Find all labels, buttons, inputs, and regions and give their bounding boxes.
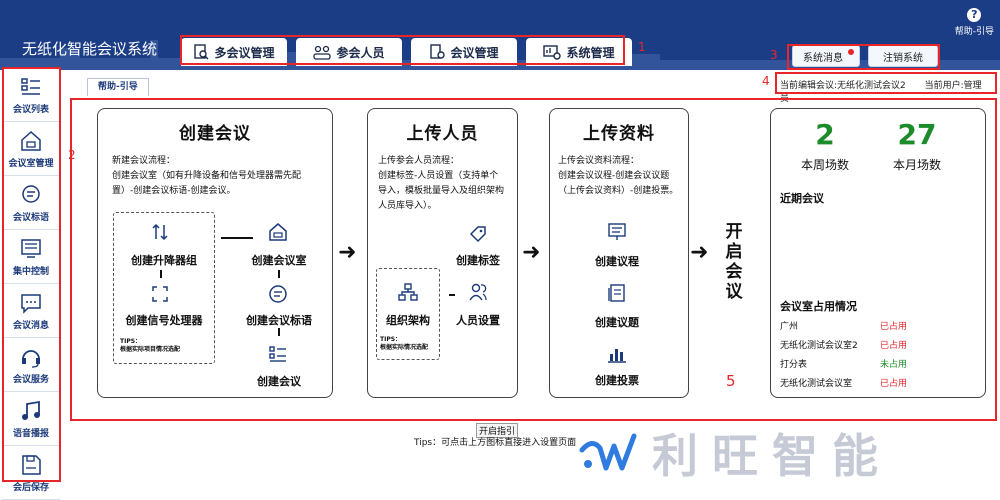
annotation-box-4 <box>775 72 997 94</box>
tips-text: Tips：可点击上方图标直接进入设置页面 <box>414 438 577 448</box>
brand-watermark: 利旺智能 <box>578 420 892 486</box>
tab-help-guide[interactable]: 帮助-引导 <box>87 78 149 96</box>
annotation-label-3: 3 <box>770 48 778 62</box>
annotation-label-5: 5 <box>726 372 736 390</box>
annotation-box-3 <box>787 44 940 70</box>
annotation-box-1 <box>180 35 625 65</box>
brand-logo-icon <box>579 433 637 471</box>
annotation-box-5 <box>70 98 997 421</box>
question-icon: ? <box>967 8 982 22</box>
help-button[interactable]: ? 帮助-引导 <box>955 8 994 37</box>
help-label: 帮助-引导 <box>954 27 994 37</box>
annotation-label-4: 4 <box>762 74 770 88</box>
app-title: 无纸化智能会议系统 <box>22 40 158 58</box>
annotation-box-2 <box>2 67 61 482</box>
brand-name: 利旺智能 <box>652 429 892 483</box>
annotation-label-1: 1 <box>638 40 646 54</box>
